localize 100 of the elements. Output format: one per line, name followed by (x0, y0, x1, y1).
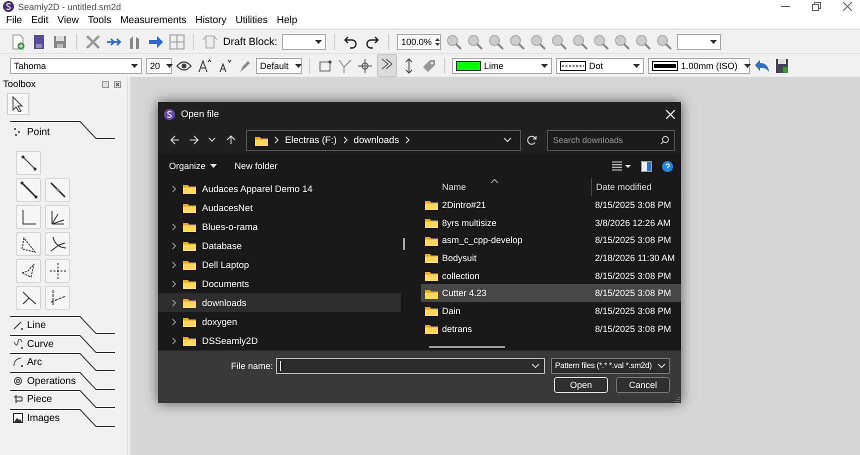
magnifier-icon[interactable] (509, 34, 526, 50)
toolbox-section-header[interactable]: Piece (3, 390, 115, 408)
menu-item[interactable]: Tools (88, 15, 112, 26)
dropdown-arrow-icon[interactable] (541, 64, 548, 68)
menu-item[interactable]: Edit (31, 15, 48, 26)
menu-item[interactable]: View (57, 15, 79, 26)
folder-tree-item[interactable]: DSSeamly2D (158, 331, 402, 350)
magnifier-icon[interactable] (446, 34, 462, 50)
font-size-dropdown[interactable]: 20 (146, 58, 172, 74)
file-row[interactable]: asm_c_cpp-develop 8/15/2025 3:08 PM (421, 231, 681, 250)
preview-pane-icon[interactable] (641, 160, 652, 172)
pointer-tool-button[interactable] (7, 93, 29, 115)
zoom-spinbox[interactable]: 100.0% (397, 34, 442, 50)
file-row[interactable]: Cutter 4.23 8/15/2025 3:08 PM (421, 284, 681, 302)
point-tool-button[interactable] (45, 286, 70, 310)
breadcrumb-item[interactable]: downloads (354, 134, 400, 146)
line-type-dropdown[interactable]: Dot (556, 58, 644, 74)
folder-tree-item[interactable]: downloads (158, 293, 402, 312)
magnifier-icon[interactable] (593, 34, 610, 50)
double-chevron-icon[interactable] (380, 57, 394, 71)
arrow-icon[interactable] (148, 34, 164, 50)
folder-tree-item[interactable]: Blues-o-rama (158, 217, 402, 236)
menu-item[interactable]: Utilities (235, 15, 268, 26)
dropdown-arrow-icon[interactable] (166, 64, 174, 68)
dropdown-arrow-icon[interactable] (744, 64, 751, 68)
file-name[interactable]: collection (442, 270, 480, 281)
file-name[interactable]: 8yrs multisize (442, 218, 497, 228)
point-tool-button[interactable] (16, 205, 41, 229)
file-row[interactable]: 8yrs multisize 3/8/2026 12:26 AM (421, 214, 681, 232)
up-arrow-icon[interactable] (226, 135, 236, 145)
search-field[interactable]: Search downloads (547, 130, 675, 150)
point-tool-button[interactable] (16, 151, 41, 175)
file-row[interactable]: Dain 8/15/2025 3:08 PM (421, 302, 681, 320)
toolbox-section-header[interactable]: Line (3, 316, 115, 334)
magnifier-icon[interactable] (467, 34, 484, 50)
forward-arrow-icon[interactable] (188, 135, 199, 145)
dropdown-arrow-icon[interactable] (710, 40, 718, 44)
new-document-icon[interactable] (10, 34, 26, 50)
back-arrow-icon[interactable] (170, 135, 180, 145)
point-tool-button[interactable] (45, 205, 70, 229)
magnifier-icon[interactable] (635, 34, 652, 50)
magnifier-icon[interactable] (488, 34, 504, 50)
chevron-down-icon[interactable] (531, 362, 540, 368)
dropdown-arrow-icon[interactable] (294, 64, 302, 68)
magnifier-icon[interactable] (614, 34, 630, 50)
folder-tree-item[interactable]: Documents (158, 274, 402, 293)
toolbox-section-header[interactable]: Images (3, 408, 115, 427)
menu-item[interactable]: Help (276, 15, 298, 26)
dropdown-arrow-icon[interactable] (633, 64, 640, 68)
folder-tree-item[interactable]: Database (158, 236, 402, 255)
point-tool-button[interactable] (16, 178, 41, 202)
file-row[interactable]: 2Dintro#21 8/15/2025 3:08 PM (421, 196, 681, 214)
file-name[interactable]: 2Dintro#21 (442, 200, 486, 210)
file-name[interactable]: asm_c_cpp-develop (442, 235, 523, 246)
toolbox-section-header[interactable]: Arc (3, 353, 115, 372)
folder-tree-item[interactable]: doxygen (158, 312, 402, 331)
point-tool-button[interactable] (16, 232, 41, 256)
folder-tree-item[interactable]: Dell Laptop (158, 255, 402, 274)
line-weight-dropdown[interactable]: 1.00mm (ISO) (648, 58, 750, 74)
undo-icon[interactable] (343, 34, 360, 50)
address-bar[interactable]: Electras (F:) downloads (246, 130, 521, 150)
scrollbar-thumb[interactable] (429, 346, 506, 348)
file-type-dropdown[interactable]: Pattern files (*.* *.val *.sm2d) (551, 358, 670, 374)
toolbar-button[interactable]: Organize (169, 161, 217, 171)
menu-item[interactable]: History (195, 15, 226, 26)
magnifier-icon[interactable] (551, 34, 568, 50)
redo-icon[interactable] (364, 34, 380, 50)
refresh-icon[interactable] (526, 135, 537, 145)
line-color-dropdown[interactable]: Lime (452, 58, 552, 74)
help-icon[interactable] (662, 160, 673, 172)
list-view-icon[interactable] (611, 161, 631, 171)
text-size-increase-icon[interactable] (196, 58, 212, 74)
point-tool-button[interactable] (45, 259, 70, 283)
cancel-button[interactable]: Cancel (616, 377, 670, 393)
breadcrumb-item[interactable]: Electras (F:) (284, 134, 337, 146)
column-header[interactable]: Name (421, 182, 592, 192)
toolbox-section-header[interactable]: Point (3, 121, 115, 143)
file-row[interactable]: collection 8/15/2025 3:08 PM (421, 266, 681, 284)
chevron-down-icon[interactable] (502, 137, 512, 143)
toolbar-button[interactable]: New folder (234, 161, 278, 171)
point-tool-button[interactable] (45, 232, 70, 256)
scrollbar-thumb[interactable] (682, 188, 684, 200)
file-name-field[interactable] (276, 358, 545, 374)
magnifier-icon[interactable] (656, 34, 672, 50)
dropdown-arrow-icon[interactable] (315, 40, 322, 44)
file-name[interactable]: Cutter 4.23 (442, 288, 487, 298)
open-button[interactable]: Open (554, 377, 608, 393)
document-icon[interactable] (31, 34, 47, 50)
restore-icon[interactable] (812, 2, 821, 11)
sort-caret-icon[interactable] (491, 179, 498, 183)
point-tool-button[interactable] (16, 286, 41, 310)
file-row[interactable]: Bodysuit 2/18/2026 11:30 AM (421, 249, 681, 267)
dropdown-arrow-icon[interactable] (210, 164, 217, 168)
file-name[interactable]: Dain (442, 306, 461, 316)
crosshair-icon[interactable] (357, 58, 373, 74)
square-nodes-icon[interactable] (317, 58, 333, 74)
dropdown-arrow-icon[interactable] (131, 64, 138, 68)
magnifier-icon[interactable] (530, 34, 546, 50)
file-name[interactable]: detrans (442, 324, 472, 334)
file-name[interactable]: Bodysuit (442, 252, 477, 263)
